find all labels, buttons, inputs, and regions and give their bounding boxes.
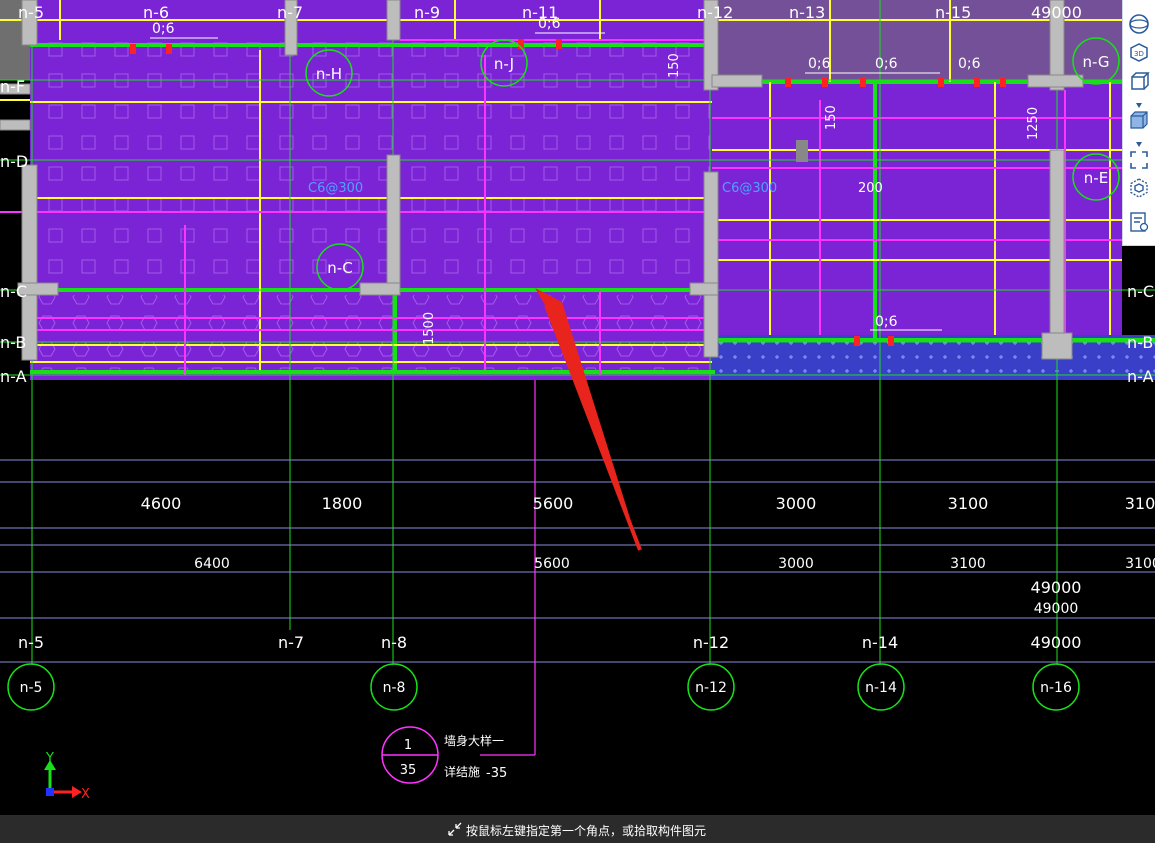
axis-bubble-label: n-C: [327, 259, 352, 277]
dimension-text: 3100: [948, 494, 989, 513]
grid-label-top: n-15: [935, 3, 971, 22]
slab-pattern-squares: [30, 40, 710, 290]
grid-label-row: n-A: [0, 367, 27, 386]
axis-y-label: Y: [45, 751, 54, 766]
dimension-text: 4600: [141, 494, 182, 513]
grid-label-top: 49000: [1031, 3, 1082, 22]
grid-label-row: n-B: [1127, 333, 1153, 352]
corner-select-icon: [448, 822, 462, 836]
grid-label-row: n-A: [1127, 367, 1154, 386]
axis-label-bottom: n-8: [381, 633, 407, 652]
plan-dimension: 200: [858, 181, 883, 196]
dimension-total: 49000: [1034, 601, 1079, 617]
rebar-note: 0;6: [875, 314, 898, 330]
box-view-icon[interactable]: [1127, 70, 1151, 94]
detail-ref: 详结施: [444, 764, 480, 779]
axis-label-bottom: n-14: [862, 633, 898, 652]
solid-box-icon[interactable]: [1127, 108, 1151, 132]
grid-label-top: n-5: [18, 3, 44, 22]
dimension-text: 5600: [533, 494, 574, 513]
axis-bubble-bottom-label: n-5: [20, 680, 43, 696]
rebar-note: 0;6: [958, 56, 981, 72]
dimension-total: 49000: [1031, 633, 1082, 652]
dimension-text: 6400: [194, 556, 230, 572]
axis-bubble-label: n-G: [1082, 53, 1109, 71]
axis-bubble-bottom-label: n-12: [695, 680, 727, 696]
dimension-total: 49000: [1031, 578, 1082, 597]
dimension-text: 3100: [950, 556, 986, 572]
plan-dimension: 150: [667, 53, 682, 78]
misc-block: [796, 140, 808, 162]
slab-pattern-hex: [30, 295, 710, 370]
plan-dimension: C6@300: [722, 181, 777, 196]
detail-sheet: 35: [400, 763, 417, 778]
axis-label-bottom: n-5: [18, 633, 44, 652]
grid-label-row: n-F: [0, 77, 25, 96]
axis-bubble-label: n-J: [494, 55, 514, 73]
cad-drawing-canvas[interactable]: 0;6 0;6 0;6 0;6 0;6 0;6 150 150 1250 200…: [0, 0, 1155, 815]
dimension-text: 1800: [322, 494, 363, 513]
plan-dimension: 1250: [1026, 107, 1041, 140]
grid-label-top: n-12: [697, 3, 733, 22]
grid-label-row: n-C: [0, 282, 27, 301]
dimension-text: 3000: [778, 556, 814, 572]
detail-ref-sheet: -35: [486, 766, 507, 781]
dimension-text: 5600: [534, 556, 570, 572]
detail-number: 1: [404, 738, 412, 753]
ucs-icon: Y X: [44, 751, 90, 802]
grid-label-top: n-9: [414, 3, 440, 22]
rebar-note: 0;6: [152, 21, 175, 37]
floor-plan[interactable]: 0;6 0;6 0;6 0;6 0;6 0;6 150 150 1250 200…: [0, 0, 1155, 386]
plan-dimension: C6@300: [308, 181, 363, 196]
axis-bubble-label: n-E: [1084, 169, 1108, 187]
axis-label-bottom: n-7: [278, 633, 304, 652]
grid-label-row: n-D: [0, 152, 28, 171]
dimension-text: 3000: [776, 494, 817, 513]
sphere-view-icon[interactable]: [1127, 12, 1151, 36]
layer-properties-icon[interactable]: [1127, 210, 1151, 234]
dimension-text: 310: [1125, 494, 1155, 513]
axis-x-label: X: [81, 787, 90, 802]
grid-label-top: n-11: [522, 3, 558, 22]
grid-label-row: n-C: [1127, 282, 1154, 301]
status-bar: 按鼠标左键指定第一个角点，或拾取构件图元: [0, 815, 1155, 843]
detail-title: 墙身大样一: [444, 733, 504, 748]
grid-label-row: n-B: [0, 333, 26, 352]
grid-label-top: n-13: [789, 3, 825, 22]
dropdown-icon[interactable]: [1127, 133, 1151, 147]
3d-view-icon[interactable]: 3D: [1127, 40, 1151, 64]
fit-selection-icon[interactable]: [1127, 148, 1151, 172]
plan-dimension: 1500: [422, 312, 437, 345]
grid-label-top: n-6: [143, 3, 169, 22]
dropdown-icon[interactable]: [1127, 94, 1151, 108]
axis-bubble-bottom-label: n-8: [383, 680, 406, 696]
axis-bubble-bottom-label: n-16: [1040, 680, 1072, 696]
axis-label-bottom: n-12: [693, 633, 729, 652]
status-message: 按鼠标左键指定第一个角点，或拾取构件图元: [466, 824, 707, 838]
svg-text:3D: 3D: [1134, 50, 1144, 58]
axis-bubble-label: n-H: [316, 65, 342, 83]
view-toolbar: 3D: [1122, 0, 1155, 246]
axis-bubble-bottom-label: n-14: [865, 680, 897, 696]
rebar-note: 0;6: [875, 56, 898, 72]
cube-outline-icon[interactable]: [1127, 176, 1151, 200]
dimension-text: 3100: [1125, 556, 1155, 572]
rebar-note: 0;6: [808, 56, 831, 72]
plan-dimension: 150: [824, 105, 839, 130]
grid-label-top: n-7: [277, 3, 303, 22]
